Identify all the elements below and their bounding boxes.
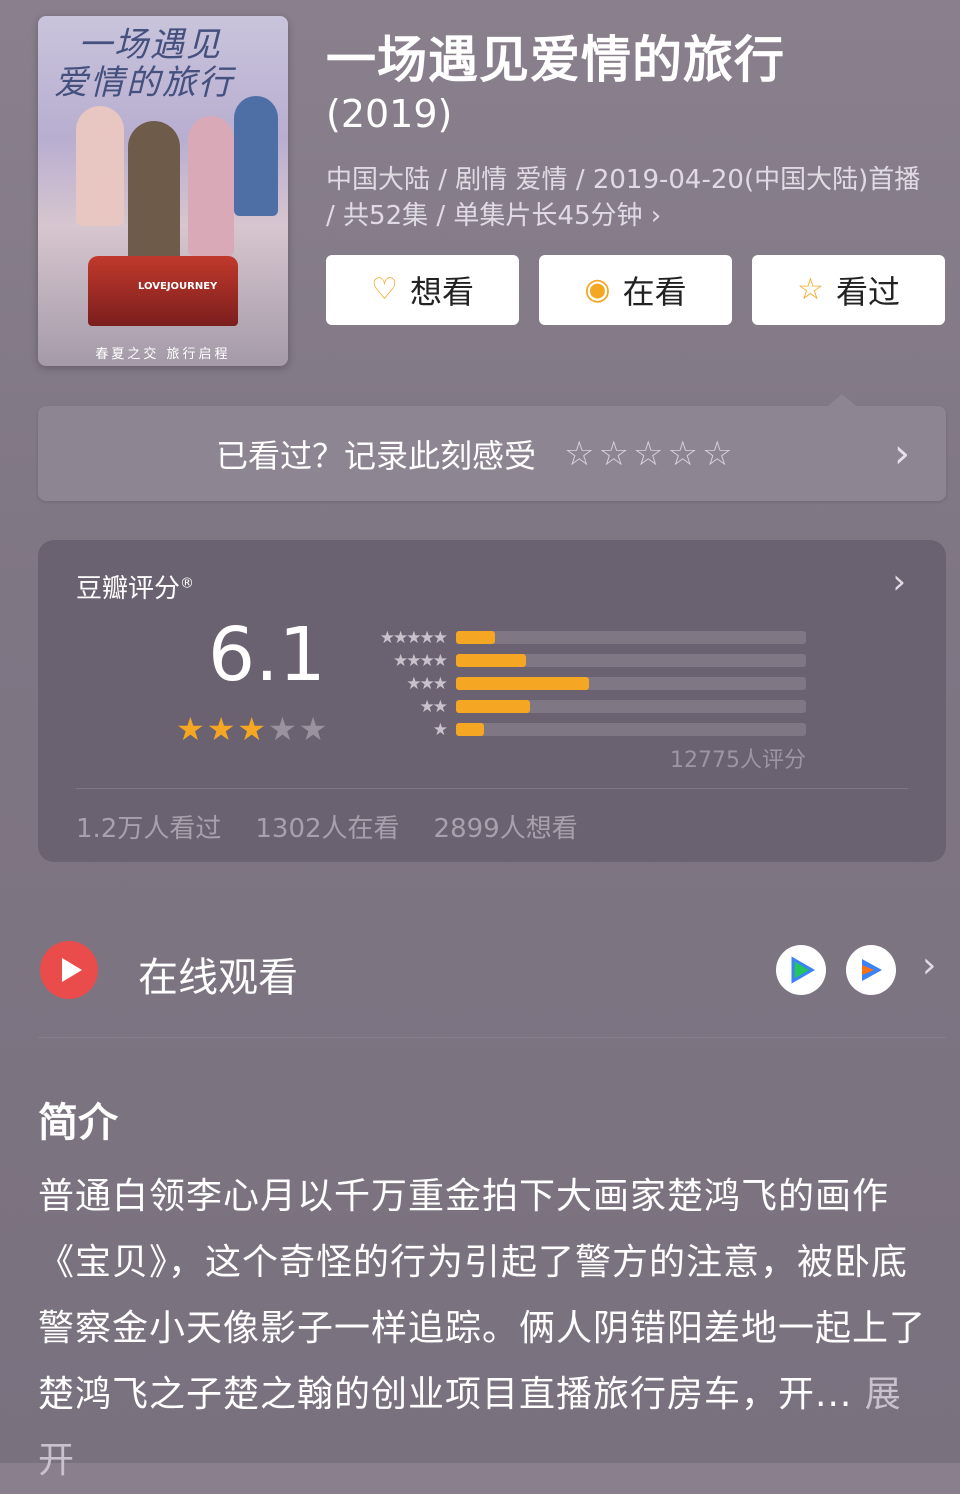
watching-button[interactable]: ◉ 在看	[539, 255, 732, 325]
poster-figure	[234, 96, 278, 216]
watched-button[interactable]: ☆ 看过	[752, 255, 945, 325]
rating-label: 豆瓣评分	[76, 574, 181, 604]
poster-figure	[76, 106, 124, 226]
chevron-right-icon[interactable]: ›	[892, 562, 906, 602]
star-outline-icon: ☆	[797, 272, 824, 307]
rating-card[interactable]: 豆瓣评分® › 6.1 ★★★★★ ★★★★★ ★★★★ ★★★ ★★ ★ 12…	[38, 540, 946, 862]
chevron-right-icon: ›	[894, 430, 910, 477]
bar-stars-label: ★★★★	[393, 650, 448, 671]
bar-fill	[456, 654, 526, 667]
score-stars: ★★★★★	[176, 710, 329, 748]
action-buttons: ♡ 想看 ◉ 在看 ☆ 看过	[326, 255, 945, 325]
poster-figure	[188, 116, 234, 256]
registered-mark: ®	[180, 575, 195, 592]
poster-image[interactable]: 一场遇见 爱情的旅行 LOVEJOURNEY 春夏之交 旅行启程	[38, 16, 288, 366]
play-icon	[40, 941, 98, 999]
rating-bar-row: ★★	[358, 695, 806, 718]
intro-text: 普通白领李心月以千万重金拍下大画家楚鸿飞的画作《宝贝》，这个奇怪的行为引起了警方…	[38, 1164, 938, 1494]
bar-fill	[456, 723, 484, 736]
poster-tag: LOVEJOURNEY	[138, 281, 218, 292]
rating-distribution: ★★★★★ ★★★★ ★★★ ★★ ★	[358, 626, 806, 741]
chevron-right-icon[interactable]: ›	[922, 945, 936, 986]
synopsis: 普通白领李心月以千万重金拍下大画家楚鸿飞的画作《宝贝》，这个奇怪的行为引起了警方…	[38, 1176, 927, 1415]
poster-bottom-text: 春夏之交 旅行启程	[95, 347, 231, 362]
bar-fill	[456, 700, 530, 713]
want-count: 2899人想看	[433, 814, 578, 844]
bar-track	[456, 677, 806, 690]
tencent-video-icon[interactable]	[846, 945, 896, 995]
bar-fill	[456, 631, 495, 644]
record-feeling-text: 已看过？记录此刻感受	[216, 436, 537, 475]
watching-label: 在看	[622, 273, 687, 311]
poster-figure	[128, 121, 180, 271]
rate-stars[interactable]: ☆☆☆☆☆	[564, 434, 736, 474]
section-divider	[38, 1037, 946, 1038]
watch-online-label: 在线观看	[138, 955, 298, 1001]
page-title: 一场遇见爱情的旅行	[326, 31, 785, 89]
rating-score: 6.1	[208, 612, 326, 698]
release-year: (2019)	[326, 92, 453, 136]
want-to-watch-label: 想看	[409, 273, 474, 311]
rating-bar-row: ★★★★	[358, 649, 806, 672]
iqiyi-play-icon[interactable]	[776, 945, 826, 995]
poster-title-line1: 一场遇见	[78, 25, 222, 65]
bar-track	[456, 654, 806, 667]
bar-stars-label: ★	[432, 719, 448, 740]
bar-stars-label: ★★★	[406, 673, 448, 694]
watching-count: 1302人在看	[255, 814, 400, 844]
watch-stats: 1.2万人看过 1302人在看 2899人想看	[76, 808, 578, 845]
rating-bar-row: ★★★★★	[358, 626, 806, 649]
watch-online-row[interactable]: 在线观看 ›	[38, 935, 946, 1005]
rating-bar-row: ★★★	[358, 672, 806, 695]
empty-stars-icon: ★★	[268, 710, 330, 748]
filled-stars-icon: ★★★	[176, 710, 269, 748]
watched-label: 看过	[835, 273, 900, 311]
bar-track	[456, 700, 806, 713]
rating-count: 12775人评分	[670, 748, 806, 773]
bar-track	[456, 723, 806, 736]
record-feeling-bar[interactable]: 已看过？记录此刻感受 ☆☆☆☆☆ ›	[38, 394, 946, 501]
target-icon: ◉	[584, 272, 611, 307]
bar-stars-label: ★★	[419, 696, 448, 717]
heart-plus-icon: ♡	[371, 272, 398, 307]
bar-stars-label: ★★★★★	[379, 627, 448, 648]
bar-fill	[456, 677, 589, 690]
rating-bar-row: ★	[358, 718, 806, 741]
divider	[76, 788, 908, 789]
popover-caret	[828, 394, 856, 406]
watched-count: 1.2万人看过	[76, 814, 222, 844]
poster-title-line2: 爱情的旅行	[54, 63, 234, 103]
intro-heading: 简介	[38, 1100, 118, 1146]
want-to-watch-button[interactable]: ♡ 想看	[326, 255, 519, 325]
bar-track	[456, 631, 806, 644]
movie-meta[interactable]: 中国大陆 / 剧情 爱情 / 2019-04-20(中国大陆)首播 / 共52集…	[326, 162, 926, 234]
